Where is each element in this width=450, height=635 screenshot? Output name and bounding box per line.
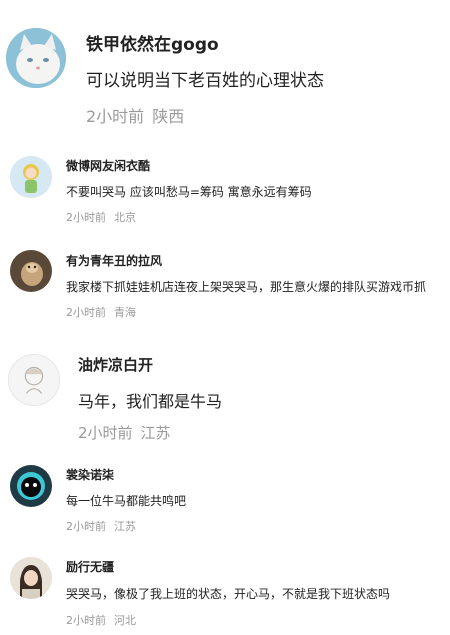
comment-item: 有为青年丑的拉风 我家楼下抓娃娃机店连夜上架哭哭马，那生意火爆的排队买游戏币抓 … — [0, 235, 450, 340]
comment-location: 河北 — [114, 614, 136, 627]
comment-item: 裳染诺柒 每一位牛马都能共鸣吧 2小时前 江苏 — [0, 455, 450, 545]
comment-item: 铁甲依然在gogo 可以说明当下老百姓的心理状态 2小时前 陕西 — [0, 0, 450, 140]
comment-location: 青海 — [114, 306, 136, 319]
comment-text: 哭哭马，像极了我上班的状态，开心马，不就是我下班状态吗 — [66, 587, 391, 601]
cartoon-girl-avatar[interactable] — [10, 156, 52, 198]
comment-time: 2小时前 — [66, 614, 106, 627]
comment-time: 2小时前 — [78, 424, 133, 442]
comment-username[interactable]: 裳染诺柒 — [66, 466, 114, 483]
comment-username[interactable]: 励行无疆 — [66, 558, 114, 575]
girl-photo-avatar[interactable] — [10, 557, 52, 599]
comment-text: 马年，我们都是牛马 — [78, 392, 223, 411]
white-cat-avatar[interactable] — [6, 28, 66, 88]
comment-location: 陕西 — [152, 107, 185, 126]
comment-item: 微博网友闲衣酷 不要叫哭马 应该叫愁马=筹码 寓意永远有筹码 2小时前 北京 — [0, 140, 450, 235]
comment-time: 2小时前 — [66, 211, 106, 224]
comment-time: 2小时前 — [66, 306, 106, 319]
comment-username[interactable]: 有为青年丑的拉风 — [66, 252, 162, 269]
comment-location: 北京 — [114, 211, 136, 224]
comment-username[interactable]: 油炸凉白开 — [78, 354, 153, 375]
comment-time: 2小时前 — [66, 520, 106, 533]
sketch-girl-avatar[interactable] — [8, 354, 60, 406]
comment-item: 励行无疆 哭哭马，像极了我上班的状态，开心马，不就是我下班状态吗 2小时前 河北 — [0, 545, 450, 635]
comment-username[interactable]: 铁甲依然在gogo — [86, 30, 219, 55]
comment-meta: 2小时前 江苏 — [78, 422, 171, 443]
comment-username[interactable]: 微博网友闲衣酷 — [66, 157, 150, 174]
comment-time: 2小时前 — [86, 107, 145, 126]
comment-meta: 2小时前 青海 — [66, 304, 136, 320]
comment-text: 我家楼下抓娃娃机店连夜上架哭哭马，那生意火爆的排队买游戏币抓 — [66, 280, 427, 294]
comment-text: 不要叫哭马 应该叫愁马=筹码 寓意永远有筹码 — [66, 185, 312, 199]
comment-item: 油炸凉白开 马年，我们都是牛马 2小时前 江苏 — [0, 340, 450, 455]
comment-meta: 2小时前 北京 — [66, 209, 136, 225]
comment-location: 江苏 — [140, 424, 171, 442]
comment-meta: 2小时前 江苏 — [66, 518, 136, 534]
comment-location: 江苏 — [114, 520, 136, 533]
comment-meta: 2小时前 河北 — [66, 612, 136, 628]
comment-meta: 2小时前 陕西 — [86, 103, 184, 127]
black-creature-avatar[interactable] — [10, 465, 52, 507]
comment-text: 可以说明当下老百姓的心理状态 — [86, 71, 324, 91]
dog-photo-avatar[interactable] — [10, 250, 52, 292]
comment-text: 每一位牛马都能共鸣吧 — [66, 494, 187, 508]
